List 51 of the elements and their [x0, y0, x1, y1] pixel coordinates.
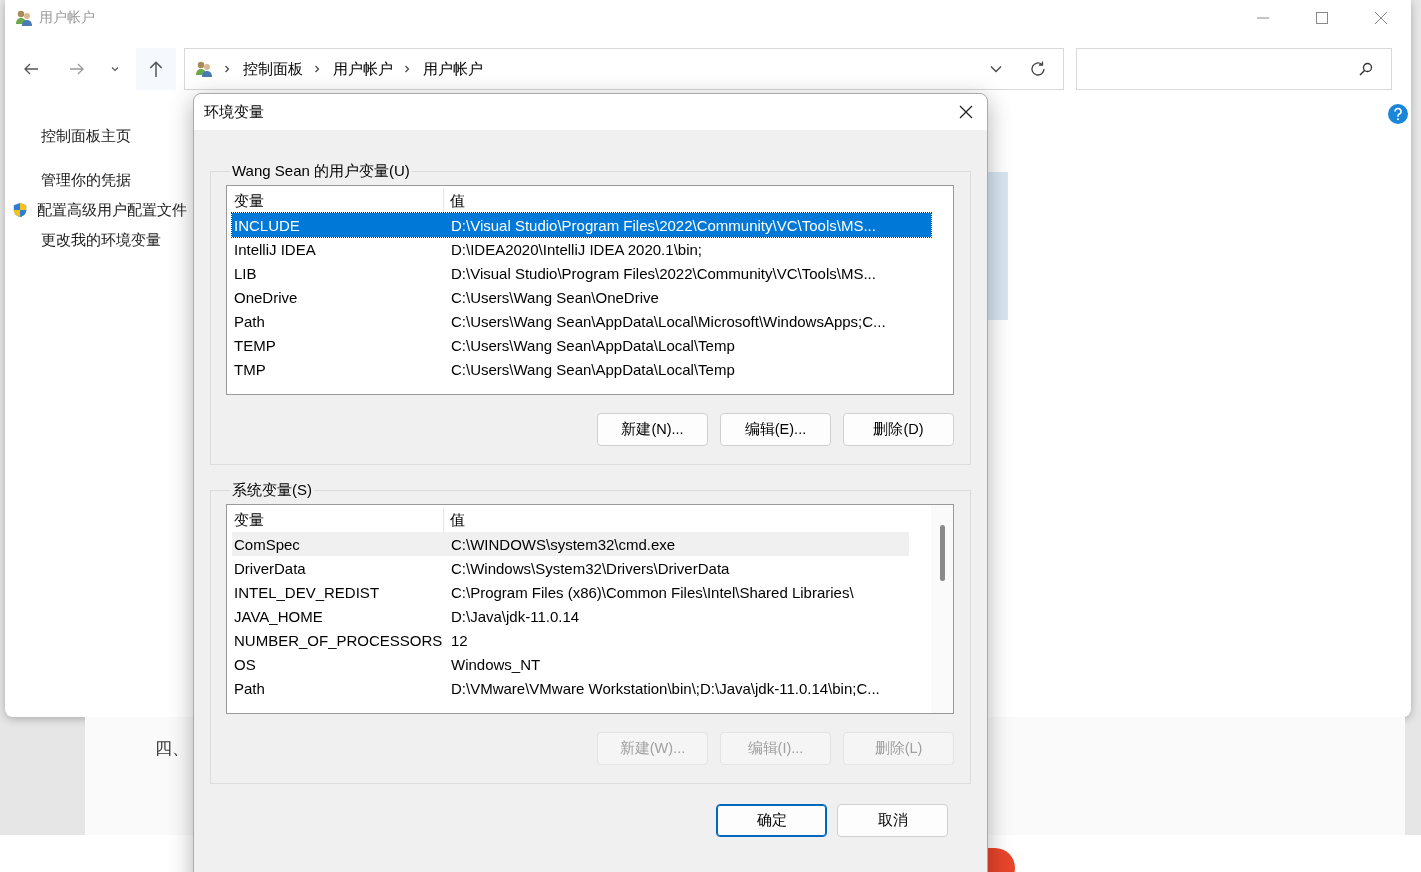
dialog-title: 环境变量: [204, 102, 264, 122]
scrollbar[interactable]: [931, 505, 953, 713]
forward-arrow-icon[interactable]: [69, 61, 85, 77]
list-row[interactable]: INCLUDE D:\Visual Studio\Program Files\2022\Community\VC\Tools\MS...: [232, 213, 931, 237]
list-row[interactable]: OS Windows_NT: [232, 652, 909, 676]
list-row[interactable]: ComSpec C:\WINDOWS\system32\cmd.exe: [232, 532, 909, 556]
close-icon[interactable]: [959, 105, 973, 119]
chevron-right-icon: [223, 64, 231, 74]
chevron-right-icon: [313, 64, 321, 74]
list-row[interactable]: OneDrive C:\Users\Wang Sean\OneDrive: [232, 285, 931, 309]
search-field[interactable]: [1076, 48, 1392, 90]
sidebar-link[interactable]: 更改我的环境变量: [41, 230, 161, 250]
address-bar[interactable]: 控制面板 用户帐户 用户帐户: [184, 48, 1064, 90]
back-arrow-icon[interactable]: [23, 61, 39, 77]
search-icon: [1359, 62, 1373, 76]
chevron-right-icon: [403, 64, 411, 74]
breadcrumb-item[interactable]: 用户帐户: [333, 59, 393, 79]
up-arrow-icon: [147, 60, 165, 78]
list-row[interactable]: NUMBER_OF_PROCESSORS 12: [232, 628, 909, 652]
section-heading: 四、: [155, 739, 189, 758]
maximize-icon[interactable]: [1316, 11, 1328, 24]
sidebar-link[interactable]: 配置高级用户配置文件: [37, 200, 187, 220]
breadcrumb-item[interactable]: 控制面板: [243, 59, 303, 79]
list-row[interactable]: DriverData C:\Windows\System32\Drivers\DriverData: [232, 556, 909, 580]
list-row[interactable]: LIB D:\Visual Studio\Program Files\2022\Community\VC\Tools\MS...: [232, 261, 931, 285]
list-row[interactable]: TMP C:\Users\Wang Sean\AppData\Local\Temp: [232, 357, 931, 381]
help-icon[interactable]: [1388, 104, 1408, 124]
action-button[interactable]: 删除(D): [843, 413, 954, 446]
list-row[interactable]: TEMP C:\Users\Wang Sean\AppData\Local\Temp: [232, 333, 931, 357]
users-icon: [15, 8, 33, 27]
list-row[interactable]: Path C:\Users\Wang Sean\AppData\Local\Microsoft\WindowsApps;C...: [232, 309, 931, 333]
dialog-button[interactable]: 取消: [837, 804, 948, 837]
sidebar-link[interactable]: 控制面板主页: [41, 126, 131, 146]
list-row[interactable]: JAVA_HOME D:\Java\jdk-11.0.14: [232, 604, 909, 628]
action-button[interactable]: 新建(N)...: [597, 413, 708, 446]
list-row[interactable]: Path D:\VMware\VMware Workstation\bin\;D:\Java\jdk-11.0.14\bin;C...: [232, 676, 909, 700]
dialog-button[interactable]: 确定: [716, 804, 827, 837]
group-label: 系统变量(S): [231, 481, 313, 500]
shield-icon: [13, 200, 27, 220]
up-button[interactable]: [136, 48, 176, 90]
chevron-down-icon[interactable]: [989, 64, 1003, 74]
refresh-icon[interactable]: [1029, 60, 1047, 78]
window-title: 用户帐户: [39, 8, 95, 27]
breadcrumb-item[interactable]: 用户帐户: [423, 59, 483, 79]
list-row[interactable]: INTEL_DEV_REDIST C:\Program Files (x86)\Common Files\Intel\Shared Libraries\: [232, 580, 909, 604]
action-button[interactable]: 编辑(E)...: [720, 413, 831, 446]
sidebar-link[interactable]: 管理你的凭据: [41, 170, 131, 190]
users-icon: [195, 60, 213, 78]
list-row[interactable]: IntelliJ IDEA D:\IDEA2020\IntelliJ IDEA 2020.1\bin;: [232, 237, 931, 261]
chevron-down-icon[interactable]: [110, 64, 120, 74]
group-label: Wang Sean 的用户变量(U): [231, 162, 411, 181]
